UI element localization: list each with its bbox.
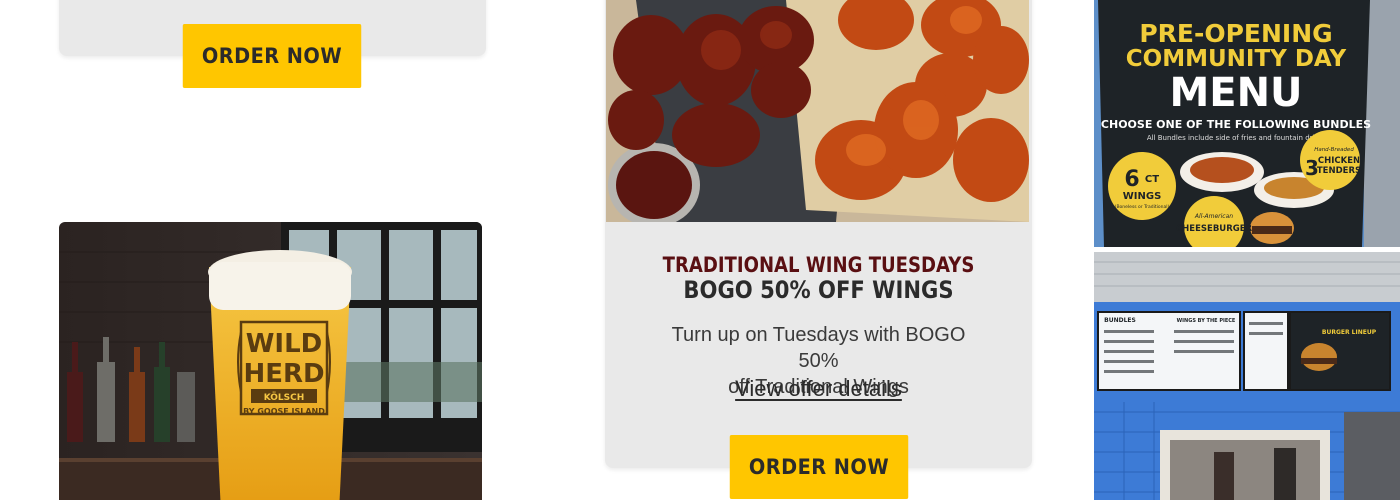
beer-promo-image: WILD HERD KÖLSCH BY GOOSE ISLAND xyxy=(59,222,482,500)
bundle3-item1: CHICKEN xyxy=(1318,156,1360,166)
menu-note: All Bundles include side of fries and fo… xyxy=(1147,134,1325,142)
community-day-menu-photo: PRE-OPENING COMMUNITY DAY MENU CHOOSE ON… xyxy=(1094,0,1400,247)
glass-style: KÖLSCH xyxy=(264,392,305,403)
order-now-button[interactable]: ORDER NOW xyxy=(729,435,909,499)
view-offer-details-link[interactable]: View offer details xyxy=(605,376,1032,402)
menu-heading-line2: COMMUNITY DAY xyxy=(1126,46,1347,72)
promo-title: BOGO 50% OFF WINGS xyxy=(683,276,954,304)
bundle1-detail: (Boneless or Traditional) xyxy=(1115,204,1170,210)
promo-eyebrow: TRADITIONAL WING TUESDAYS xyxy=(662,253,975,277)
bundle3-top: Hand-Breaded xyxy=(1314,147,1354,153)
order-now-button[interactable]: ORDER NOW xyxy=(182,24,362,88)
bundle3-item2: TENDERS xyxy=(1317,166,1361,176)
bundle1-item: WINGS xyxy=(1123,191,1162,202)
board-bundles-label: BUNDLES xyxy=(1104,317,1136,324)
board-burger-label: BURGER LINEUP xyxy=(1322,329,1377,336)
menu-heading-line1: PRE-OPENING xyxy=(1139,19,1332,48)
board-wings-label: WINGS BY THE PIECE xyxy=(1177,318,1236,324)
menu-subheading: CHOOSE ONE OF THE FOLLOWING BUNDLES xyxy=(1101,118,1371,131)
bundle1-unit: CT xyxy=(1145,174,1159,185)
glass-brand-line2: HERD xyxy=(243,359,324,389)
store-interior-photo: BUNDLES WINGS BY THE PIECE BURGER LINEUP xyxy=(1094,252,1400,500)
promo-description-line1: Turn up on Tuesdays with BOGO 50% xyxy=(671,324,966,372)
menu-heading-line3: MENU xyxy=(1169,70,1302,116)
bundle1-count: 6 xyxy=(1124,167,1139,192)
bundle2-item: CHEESEBURGER xyxy=(1176,224,1253,234)
glass-brand-line1: WILD xyxy=(246,329,323,359)
glass-maker: BY GOOSE ISLAND xyxy=(243,407,325,416)
bundle2-top: All-American xyxy=(1194,213,1233,220)
wings-photo xyxy=(606,0,1029,222)
